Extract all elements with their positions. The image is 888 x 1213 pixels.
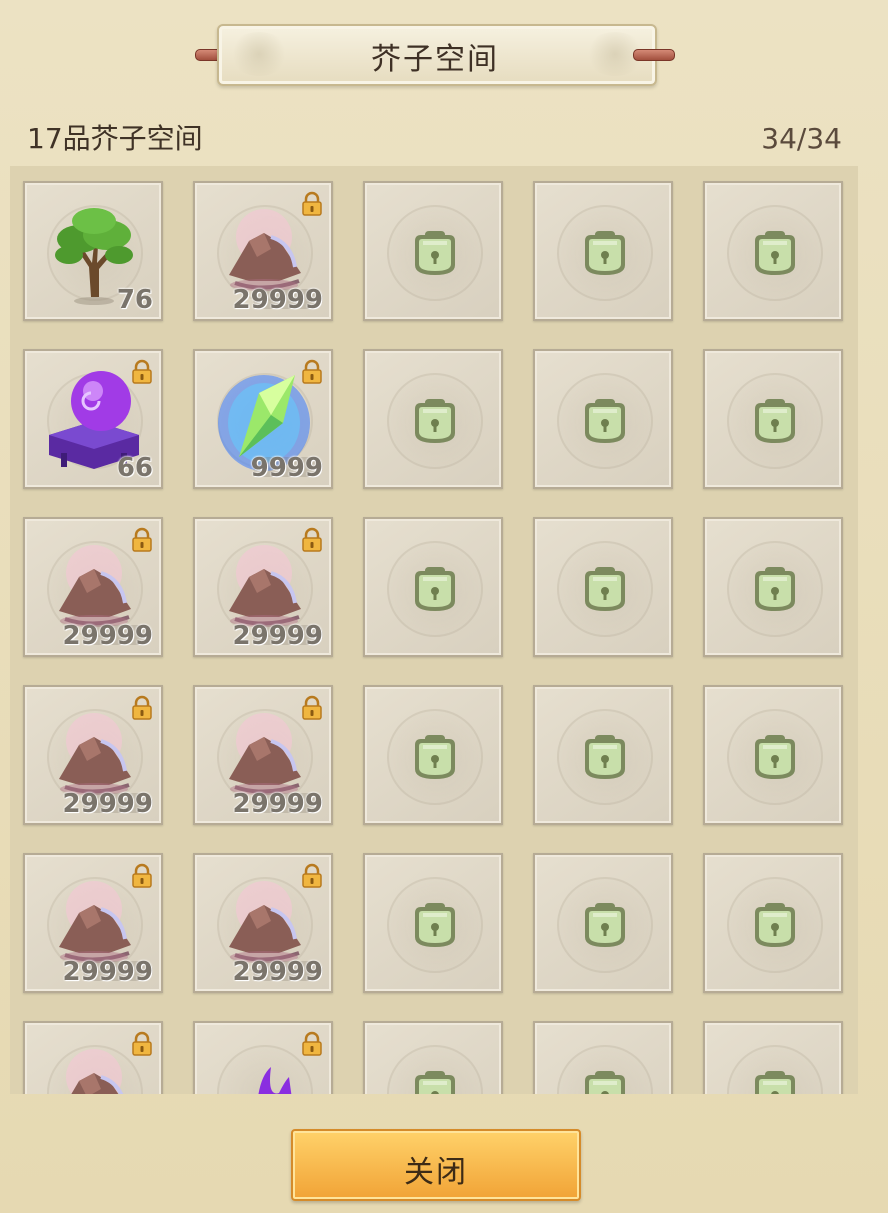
item-count: 29999 [232,789,323,819]
locked-slot[interactable] [363,517,503,657]
slot-grid[interactable]: 76 29999 66 9999 29999 29999 29999 29999… [10,166,858,1094]
item-count: 29999 [62,957,153,987]
slot-lock-icon [411,399,459,443]
item-slot[interactable]: 29999 [193,517,333,657]
padlock-icon [129,695,155,721]
padlock-icon [129,359,155,385]
item-count: 66 [116,453,153,483]
padlock-icon [129,863,155,889]
space-grade-label: 17品芥子空间 [27,122,203,155]
slot-lock-icon [751,735,799,779]
slot-lock-icon [751,231,799,275]
slot-lock-icon [581,399,629,443]
padlock-icon [299,527,325,553]
item-count: 29999 [232,957,323,987]
title-banner: 芥子空间 [195,22,675,86]
locked-slot[interactable] [703,853,843,993]
close-button-label: 关闭 [404,1155,468,1190]
locked-slot[interactable] [533,349,673,489]
locked-slot[interactable] [363,853,503,993]
item-slot[interactable] [193,1021,333,1094]
locked-slot[interactable] [363,1021,503,1094]
page-title: 芥子空间 [371,42,499,77]
locked-slot[interactable] [703,1021,843,1094]
locked-slot[interactable] [703,517,843,657]
item-slot[interactable]: 29999 [23,853,163,993]
slot-lock-icon [581,735,629,779]
locked-slot[interactable] [703,181,843,321]
slot-lock-icon [751,399,799,443]
item-count: 29999 [232,621,323,651]
item-slot[interactable]: 9999 [193,349,333,489]
padlock-icon [299,1031,325,1057]
item-slot[interactable]: 29999 [23,685,163,825]
item-slot[interactable] [23,1021,163,1094]
locked-slot[interactable] [703,685,843,825]
item-slot[interactable]: 76 [23,181,163,321]
locked-slot[interactable] [533,853,673,993]
slot-lock-icon [751,1071,799,1094]
padlock-icon [299,359,325,385]
slot-lock-icon [411,903,459,947]
slot-lock-icon [751,903,799,947]
slot-lock-icon [411,231,459,275]
locked-slot[interactable] [533,1021,673,1094]
locked-slot[interactable] [363,685,503,825]
item-count: 29999 [62,789,153,819]
locked-slot[interactable] [363,349,503,489]
inventory-panel: 芥子空间 17品芥子空间 34/34 76 29999 66 9999 2999… [0,0,888,1213]
slot-lock-icon [411,567,459,611]
locked-slot[interactable] [533,517,673,657]
item-count: 76 [116,285,153,315]
item-slot[interactable]: 29999 [23,517,163,657]
capacity-counter: 34/34 [761,122,842,155]
padlock-icon [299,863,325,889]
item-slot[interactable]: 66 [23,349,163,489]
slot-lock-icon [411,1071,459,1094]
close-button[interactable]: 关闭 [291,1129,581,1201]
item-count: 29999 [62,621,153,651]
padlock-icon [299,695,325,721]
locked-slot[interactable] [533,685,673,825]
item-slot[interactable]: 29999 [193,685,333,825]
item-count: 9999 [250,453,323,483]
item-slot[interactable]: 29999 [193,853,333,993]
slot-lock-icon [581,1071,629,1094]
slot-lock-icon [581,567,629,611]
item-slot[interactable]: 29999 [193,181,333,321]
padlock-icon [299,191,325,217]
padlock-icon [129,527,155,553]
locked-slot[interactable] [703,349,843,489]
locked-slot[interactable] [533,181,673,321]
slot-lock-icon [581,231,629,275]
locked-slot[interactable] [363,181,503,321]
slot-lock-icon [751,567,799,611]
item-count: 29999 [232,285,323,315]
slot-lock-icon [581,903,629,947]
slot-lock-icon [411,735,459,779]
padlock-icon [129,1031,155,1057]
